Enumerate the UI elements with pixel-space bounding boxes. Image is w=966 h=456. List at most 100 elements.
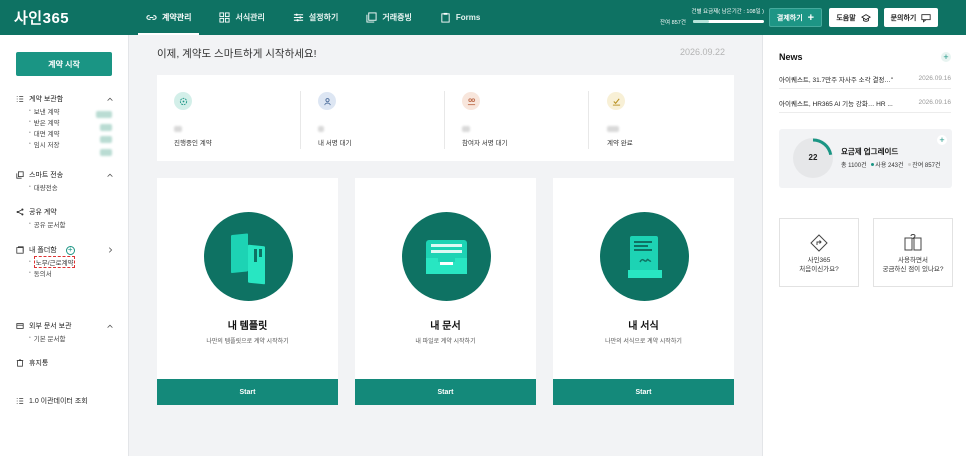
nav-contract-management[interactable]: 계약관리 <box>138 0 200 35</box>
sidebar-legacy-label: 1.0 이관데이터 조회 <box>29 398 88 405</box>
signpost-icon <box>810 234 828 252</box>
remain-dot <box>908 163 912 167</box>
nav-label: Forms <box>455 13 481 22</box>
nav-label: 계약관리 <box>162 13 192 22</box>
used-dot <box>871 163 875 167</box>
folder-label: 노무/근로계약 <box>33 255 76 268</box>
stat-count <box>607 126 619 132</box>
add-folder-icon[interactable]: + <box>65 245 75 255</box>
card-my-template: 내 템플릿 나만의 템플릿으로 계약 시작하기 Start <box>157 178 338 405</box>
chevron-right-icon[interactable] <box>106 246 114 254</box>
upgrade-title: 요금제 업그레이드 <box>841 147 899 156</box>
plus-icon: + <box>807 11 815 24</box>
card-title: 내 템플릿 <box>227 321 268 332</box>
stat-label: 참여자 서명 대기 <box>462 140 508 147</box>
sidebar-item-my-folder[interactable]: 내 폴더함 + <box>16 244 114 256</box>
faq-line1: 사용하면서 <box>898 257 928 264</box>
news-item[interactable]: 아이퀘스트, 31.7만주 자사주 소각 결정…" 2026.09.16 <box>779 69 951 89</box>
chevron-up-icon[interactable] <box>106 322 114 330</box>
chevron-up-icon[interactable] <box>106 171 114 179</box>
app-logo[interactable]: 사인365 <box>14 7 69 28</box>
faq-questions[interactable]: 사용하면서 궁금하신 점이 있나요? <box>873 218 953 287</box>
stat-in-progress[interactable]: 진행중인 계약 <box>157 75 301 161</box>
sidebar-legacy-wrap: 1.0 이관데이터 조회 <box>16 395 114 407</box>
stat-label: 계약 완료 <box>607 140 633 147</box>
news-item-date: 2026.09.16 <box>918 75 951 82</box>
sidebar-item-consent[interactable]: 동의서 <box>16 267 114 278</box>
start-button[interactable]: Start <box>355 379 536 405</box>
card-my-documents: 내 문서 내 파일로 계약 시작하기 Start <box>355 178 536 405</box>
stat-circle <box>318 92 336 110</box>
clipboard-icon <box>441 12 450 23</box>
sidebar-item-trash[interactable]: 휴지통 <box>16 357 114 369</box>
list-icon <box>16 96 24 102</box>
upgrade-plus-icon[interactable]: + <box>937 135 947 145</box>
card-my-forms: 내 서식 나만의 서식으로 계약 시작하기 Start <box>553 178 734 405</box>
inbox-icon <box>402 212 491 301</box>
count-badge <box>100 124 112 131</box>
plan-usage-bar <box>693 20 764 23</box>
contract-start-button[interactable]: 계약 시작 <box>16 52 112 76</box>
nav-settings[interactable]: 설정하기 <box>285 0 346 35</box>
current-date: 2026.09.22 <box>680 47 726 57</box>
count-badge <box>100 149 112 156</box>
stat-circle <box>174 92 192 110</box>
inquiry-label: 문의하기 <box>890 14 917 22</box>
sidebar-item-contract-storage[interactable]: 계약 보관함 <box>16 93 114 105</box>
stat-participant-signature[interactable]: 참여자 서명 대기 <box>445 75 589 161</box>
news-more-icon[interactable]: + <box>941 52 951 62</box>
help-button[interactable]: 도움말 <box>829 8 878 27</box>
nav-transaction-proof[interactable]: 거래증빙 <box>358 0 419 35</box>
news-title: News <box>779 52 803 62</box>
news-item[interactable]: 아이퀘스트, HR365 AI 기능 강화… HR ... 2026.09.16 <box>779 93 951 113</box>
sidebar-item-shared-docs[interactable]: 공유 문서함 <box>16 218 114 229</box>
sidebar-trash-label: 휴지통 <box>29 360 49 367</box>
stat-circle <box>462 92 480 110</box>
usage-count: 22 <box>808 153 818 162</box>
sidebar-section-label: 스마트 전송 <box>29 172 64 179</box>
grid-icon <box>219 12 230 23</box>
sidebar-item-bulk-send[interactable]: 대량전송 <box>16 181 114 192</box>
start-button[interactable]: Start <box>157 379 338 405</box>
people-icon <box>467 97 475 105</box>
stat-completed[interactable]: 계약 완료 <box>590 75 734 161</box>
news-item-date: 2026.09.16 <box>918 99 951 106</box>
plan-remaining: 잔여 857건 <box>660 20 686 26</box>
sidebar-item-shared[interactable]: 공유 계약 <box>16 206 114 218</box>
trash-icon <box>16 359 24 367</box>
nav-form-management[interactable]: 서식관리 <box>211 0 272 35</box>
status-summary: 진행중인 계약 내 서명 대기 참여자 서명 대기 계약 완료 <box>157 75 734 161</box>
chevron-up-icon[interactable] <box>106 95 114 103</box>
news-item-title: 아이퀘스트, 31.7만주 자사주 소각 결정…" <box>779 76 894 84</box>
usage-used: 사용 243건 <box>875 163 904 169</box>
card-description: 내 파일로 계약 시작하기 <box>415 339 476 345</box>
count-badge <box>96 111 112 118</box>
start-button[interactable]: Start <box>553 379 734 405</box>
sidebar-item-labor-contract[interactable]: 노무/근로계약 <box>16 255 114 268</box>
sidebar-section-external: 외부 문서 보관 기본 문서함 <box>16 320 114 343</box>
plan-period: 건별 요금제( 남은기간 : 108일 ) <box>691 9 764 15</box>
sidebar-item-basic-docs[interactable]: 기본 문서함 <box>16 332 114 343</box>
usage-total: 총 1100건 <box>841 163 867 169</box>
check-icon <box>612 97 620 106</box>
link-icon <box>146 15 157 20</box>
divider <box>588 91 589 149</box>
sidebar-item-smart-send[interactable]: 스마트 전송 <box>16 169 114 181</box>
sidebar-item-legacy-data[interactable]: 1.0 이관데이터 조회 <box>16 395 114 407</box>
right-panel: News + 아이퀘스트, 31.7만주 자사주 소각 결정…" 2026.09… <box>762 35 966 456</box>
sidebar-section-label: 외부 문서 보관 <box>29 323 72 330</box>
faq-first-time[interactable]: 사인365 처음이신가요? <box>779 218 859 287</box>
nav-forms[interactable]: Forms <box>432 0 488 35</box>
card-title: 내 문서 <box>430 321 461 332</box>
sidebar-section-label: 계약 보관함 <box>29 96 64 103</box>
sidebar-section-label: 내 폴더함 <box>29 247 57 254</box>
pay-button[interactable]: 결제하기 + <box>769 8 822 27</box>
inquiry-button[interactable]: 문의하기 <box>884 8 938 27</box>
sidebar-section-label: 공유 계약 <box>29 209 57 216</box>
sidebar-item-external[interactable]: 외부 문서 보관 <box>16 320 114 332</box>
plan-upgrade-box[interactable]: 22 요금제 업그레이드 총 1100건 사용 243건 잔여 857건 + <box>779 129 952 188</box>
stat-my-signature[interactable]: 내 서명 대기 <box>301 75 445 161</box>
help-label: 도움말 <box>836 14 856 22</box>
template-icon <box>204 212 293 301</box>
sidebar: 계약 시작 계약 보관함 보낸 계약 받은 계약 대면 계약 임시 저장 스마트… <box>0 35 129 456</box>
